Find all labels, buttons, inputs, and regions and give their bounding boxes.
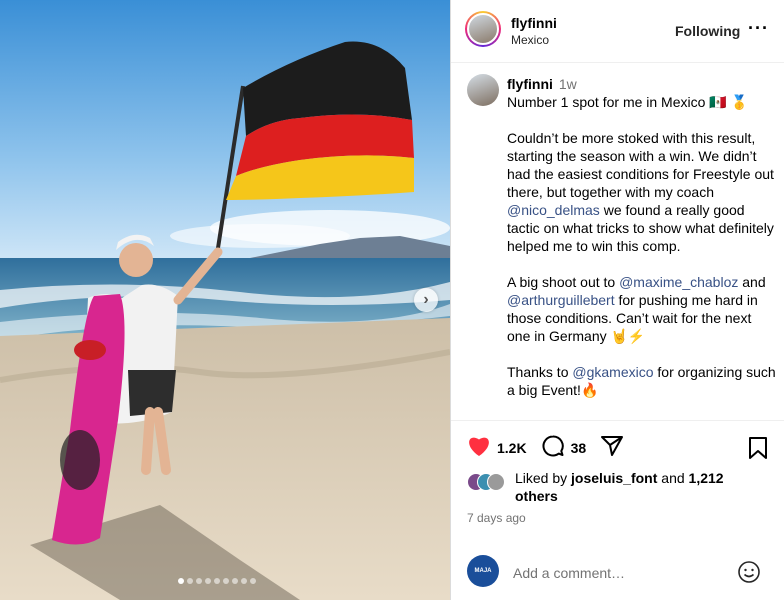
likes-text: Liked by joseluis_font and 1,212 others	[515, 470, 724, 504]
carousel-dot	[241, 578, 247, 584]
post-image	[0, 0, 450, 600]
carousel-dot	[214, 578, 220, 584]
liker-username[interactable]: joseluis_font	[571, 470, 657, 486]
carousel-dot	[187, 578, 193, 584]
like-count[interactable]: 1.2K	[497, 440, 527, 456]
author-username[interactable]: flyfinni	[511, 15, 557, 31]
emoji-icon[interactable]	[737, 560, 761, 589]
caption-paragraph-4: Thanks to @gkamexico for organizing such…	[507, 364, 776, 398]
caption-text: flyfinni 1w Number 1 spot for me in Mexic…	[507, 75, 777, 399]
comment-count[interactable]: 38	[571, 440, 587, 456]
carousel-next-button[interactable]: ›	[414, 288, 438, 312]
current-user-avatar: MAJA	[467, 555, 499, 587]
post-actions: 1.2K 38 Liked by joseluis_font and 1,212…	[451, 420, 784, 601]
caption-time[interactable]: 1w	[559, 76, 577, 92]
comment-box: MAJA	[451, 547, 784, 602]
more-options-button[interactable]: ···	[748, 18, 769, 39]
carousel-dot	[250, 578, 256, 584]
caption-section: flyfinni 1w Number 1 spot for me in Mexic…	[451, 63, 784, 420]
caption-avatar[interactable]	[467, 74, 499, 106]
post-location[interactable]: Mexico	[511, 33, 549, 47]
mention-link[interactable]: @nico_delmas	[507, 202, 600, 218]
share-icon[interactable]	[600, 434, 624, 463]
bookmark-icon[interactable]	[747, 436, 769, 465]
mention-link[interactable]: @arthurguillebert	[507, 292, 615, 308]
caption-paragraph-3: A big shoot out to @maxime_chabloz and @…	[507, 274, 766, 344]
post-photo[interactable]: ›	[0, 0, 450, 600]
following-button[interactable]: Following	[675, 23, 740, 39]
heart-icon[interactable]	[467, 435, 491, 462]
mention-link[interactable]: @maxime_chabloz	[619, 274, 738, 290]
post-date[interactable]: 7 days ago	[467, 511, 526, 525]
author-avatar[interactable]	[465, 11, 501, 47]
carousel-dot	[196, 578, 202, 584]
post-header: flyfinni Mexico Following ···	[451, 0, 784, 63]
carousel-dot	[232, 578, 238, 584]
mention-link[interactable]: @gkamexico	[572, 364, 653, 380]
caption-line1: Number 1 spot for me in Mexico 🇲🇽 🥇	[507, 94, 749, 110]
carousel-dots	[178, 578, 256, 584]
comment-input[interactable]	[511, 556, 735, 590]
post-side-panel: flyfinni Mexico Following ··· flyfinni 1w…	[450, 0, 784, 600]
carousel-dot	[223, 578, 229, 584]
carousel-dot	[178, 578, 184, 584]
caption-paragraph-2: Couldn’t be more stoked with this result…	[507, 130, 774, 254]
carousel-dot	[205, 578, 211, 584]
comment-icon[interactable]	[541, 434, 565, 463]
liker-avatar	[487, 473, 505, 491]
caption-username[interactable]: flyfinni	[507, 76, 553, 92]
